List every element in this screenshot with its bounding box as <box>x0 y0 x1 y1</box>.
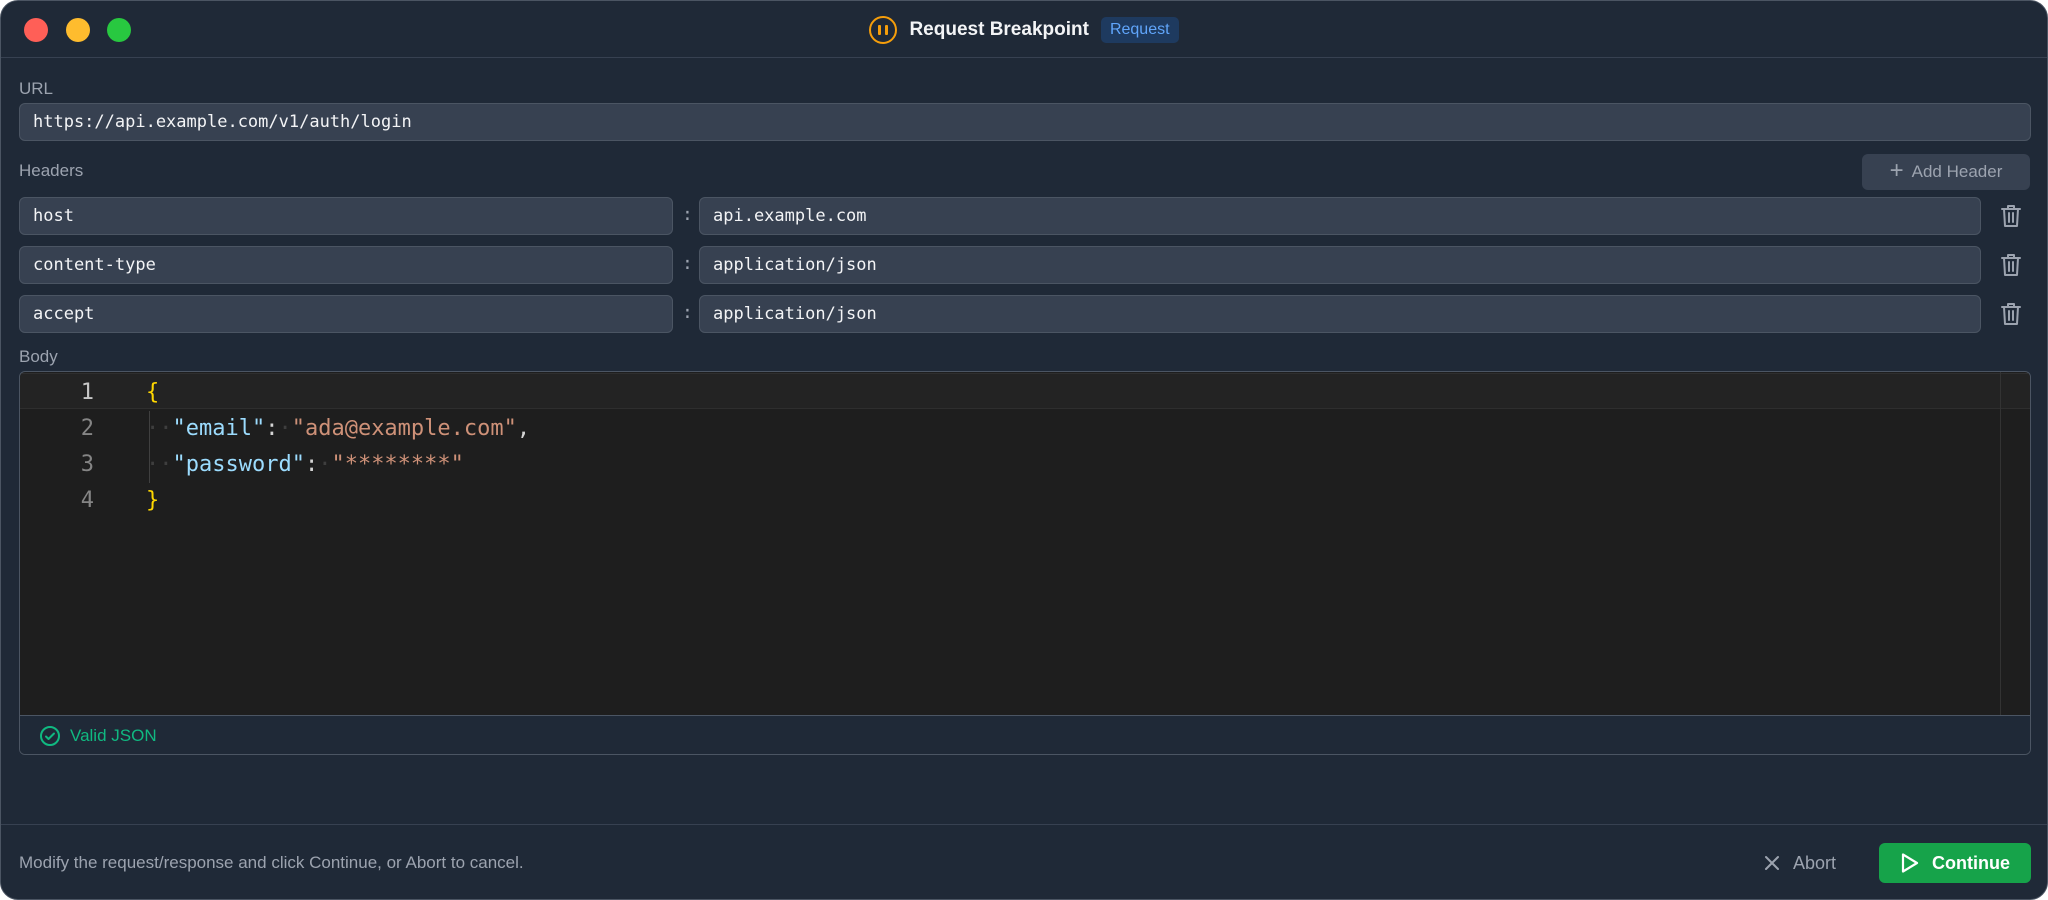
continue-label: Continue <box>1932 852 2010 873</box>
header-separator: : <box>682 204 693 225</box>
title-bar: Request Breakpoint Request <box>1 1 2047 58</box>
json-string-value: "ada@example.com" <box>291 415 517 441</box>
window-title: Request Breakpoint <box>909 18 1089 40</box>
pause-icon <box>869 15 898 44</box>
header-value-text: application/json <box>713 304 877 324</box>
json-key: "email" <box>172 415 266 441</box>
editor-scrollbar[interactable] <box>2000 372 2001 715</box>
trash-icon <box>2001 303 2021 325</box>
header-value-text: application/json <box>713 255 877 275</box>
check-circle-icon <box>40 726 60 746</box>
line-number: 4 <box>80 487 94 513</box>
footer-hint: Modify the request/response and click Co… <box>19 853 524 872</box>
delete-header-button[interactable] <box>1997 201 2025 231</box>
indent-whitespace: ·· <box>146 451 173 477</box>
space-whitespace: · <box>318 451 332 477</box>
json-string-value: "********" <box>331 451 464 477</box>
delete-header-button[interactable] <box>1997 250 2025 280</box>
close-brace: } <box>146 487 160 513</box>
header-name-input[interactable]: accept <box>19 295 673 333</box>
header-value-text: api.example.com <box>713 206 867 226</box>
trash-icon <box>2001 254 2021 276</box>
add-header-label: Add Header <box>1911 162 2003 181</box>
play-icon <box>1901 853 1919 873</box>
url-value: https://api.example.com/v1/auth/login <box>33 112 412 132</box>
code-line: 3 ·· "password": · "********" <box>20 446 464 482</box>
header-name-input[interactable]: host <box>19 197 673 235</box>
url-label: URL <box>19 79 54 98</box>
delete-header-button[interactable] <box>1997 299 2025 329</box>
url-input[interactable]: https://api.example.com/v1/auth/login <box>19 103 2031 141</box>
add-header-button[interactable]: + Add Header <box>1862 154 2030 190</box>
header-value-input[interactable]: application/json <box>699 246 1981 284</box>
header-separator: : <box>682 302 693 323</box>
breakpoint-window: Request Breakpoint Request URL https://a… <box>0 0 2048 900</box>
json-key: "password" <box>172 451 305 477</box>
json-comma: , <box>516 415 531 441</box>
header-name-input[interactable]: content-type <box>19 246 673 284</box>
request-badge: Request <box>1100 16 1179 43</box>
json-colon: : <box>265 415 279 441</box>
indent-whitespace: ·· <box>146 415 173 441</box>
active-line-highlight <box>20 373 2030 409</box>
space-whitespace: · <box>278 415 292 441</box>
code-line: 4 } <box>20 482 160 518</box>
headers-label: Headers <box>19 161 84 180</box>
open-brace: { <box>146 379 160 405</box>
line-number: 3 <box>80 451 94 477</box>
line-number: 1 <box>80 379 94 405</box>
header-name-value: accept <box>33 304 95 324</box>
json-colon: : <box>304 451 319 477</box>
header-separator: : <box>682 253 693 274</box>
window-title-group: Request Breakpoint Request <box>1 1 2047 58</box>
header-value-input[interactable]: api.example.com <box>699 197 1981 235</box>
code-line: 1 { <box>20 374 160 410</box>
line-number: 2 <box>80 415 94 441</box>
plus-icon: + <box>1889 157 1904 184</box>
json-status: Valid JSON <box>70 726 157 745</box>
header-name-value: host <box>33 206 74 226</box>
trash-icon <box>2001 205 2021 227</box>
header-name-value: content-type <box>33 255 156 275</box>
body-editor[interactable]: 1 { 2 ·· "email": · "ada@example.com", 3 ··… <box>19 371 2031 755</box>
header-value-input[interactable]: application/json <box>699 295 1981 333</box>
code-line: 2 ·· "email": · "ada@example.com", <box>20 410 530 446</box>
abort-label: Abort <box>1793 852 1837 873</box>
editor-status-bar: Valid JSON <box>20 715 2030 754</box>
body-label: Body <box>19 347 58 366</box>
abort-button[interactable]: Abort <box>1763 843 1851 883</box>
close-icon <box>1765 856 1779 870</box>
continue-button[interactable]: Continue <box>1879 843 2031 883</box>
footer-bar: Modify the request/response and click Co… <box>1 824 2047 899</box>
